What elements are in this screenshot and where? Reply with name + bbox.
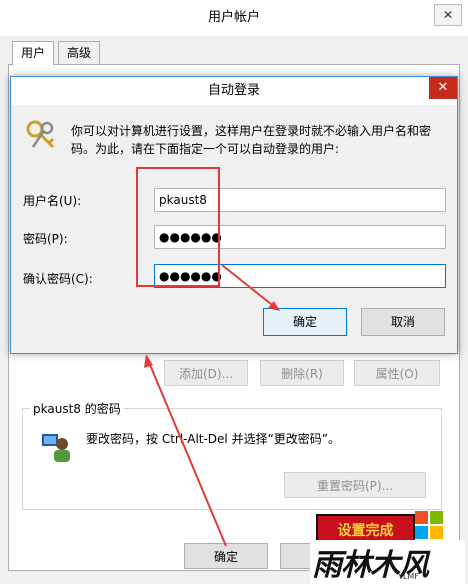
arrow-to-dialog — [147, 359, 227, 547]
tab-users[interactable]: 用户 — [12, 41, 55, 66]
annotation-arrows — [144, 264, 280, 547]
arrow-to-dialog-head — [144, 354, 153, 368]
arrow-to-ok — [221, 264, 277, 309]
